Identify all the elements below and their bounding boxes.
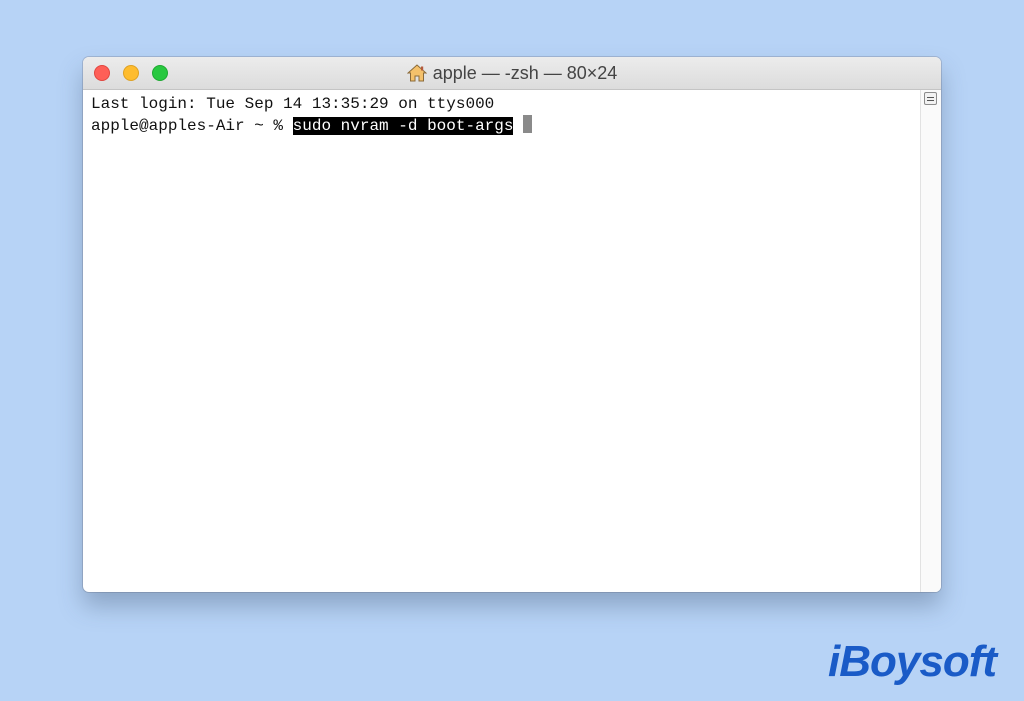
window-title: apple — -zsh — 80×24	[83, 57, 941, 89]
typed-command: sudo nvram -d boot-args	[292, 117, 514, 135]
home-icon	[406, 60, 428, 92]
prompt-line: apple@apples-Air ~ % sudo nvram -d boot-…	[91, 115, 913, 137]
window-title-text: apple — -zsh — 80×24	[432, 63, 618, 83]
terminal-window: apple — -zsh — 80×24 Last login: Tue Sep…	[83, 57, 941, 592]
title-bar[interactable]: apple — -zsh — 80×24	[83, 57, 941, 90]
last-login-line: Last login: Tue Sep 14 13:35:29 on ttys0…	[91, 95, 495, 113]
terminal-output[interactable]: Last login: Tue Sep 14 13:35:29 on ttys0…	[83, 90, 921, 592]
iboysoft-logo: iBoysoft	[828, 637, 997, 686]
shell-prompt: apple@apples-Air ~ %	[91, 117, 293, 135]
text-cursor	[523, 115, 533, 133]
split-view-icon[interactable]	[924, 92, 937, 105]
scrollbar[interactable]	[920, 90, 941, 592]
